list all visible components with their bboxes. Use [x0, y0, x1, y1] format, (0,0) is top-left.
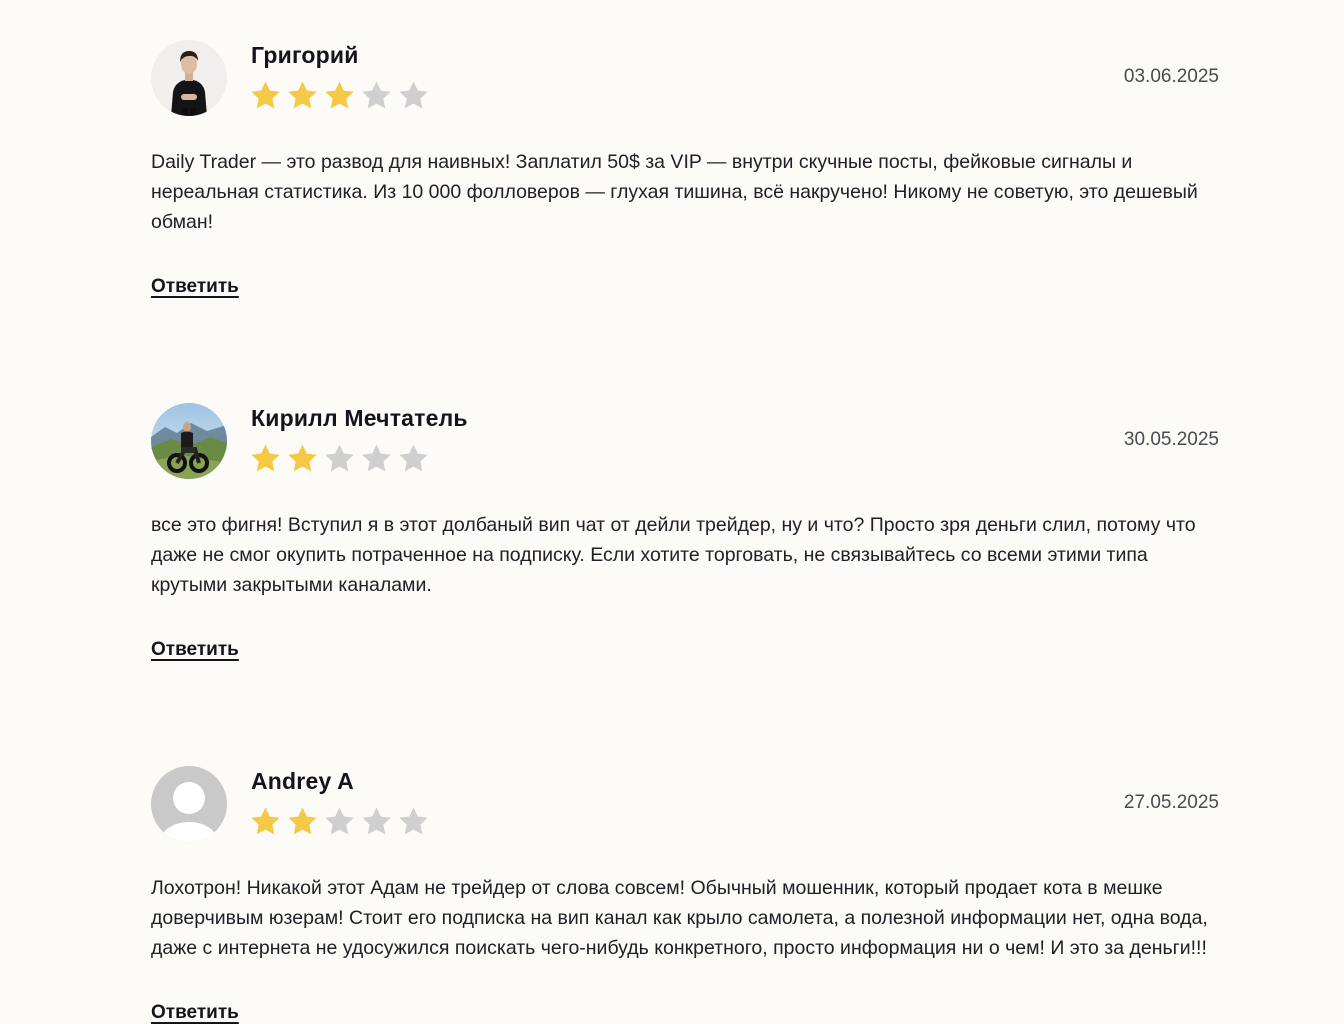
user-photo-icon [151, 40, 227, 116]
avatar [151, 766, 227, 842]
star-filled-icon [288, 444, 317, 472]
review-author: Кирилл Мечтатель [251, 405, 468, 431]
star-empty-icon [362, 807, 391, 835]
review-text: все это фигня! Вступил я в этот долбаный… [151, 514, 1196, 596]
reply-button[interactable]: Ответить [151, 276, 239, 298]
star-filled-icon [251, 444, 280, 472]
star-empty-icon [325, 444, 354, 472]
review-text: Daily Trader — это развод для наивных! З… [151, 151, 1198, 233]
reply-button[interactable]: Ответить [151, 639, 239, 661]
star-filled-icon [251, 81, 280, 109]
user-photo-icon [151, 403, 227, 479]
star-empty-icon [362, 81, 391, 109]
review-date: 27.05.2025 [1123, 792, 1219, 813]
star-filled-icon [251, 807, 280, 835]
avatar [151, 40, 227, 116]
review-date: 03.06.2025 [1123, 66, 1219, 87]
star-filled-icon [288, 81, 317, 109]
review-text: Лохотрон! Никакой этот Адам не трейдер о… [151, 877, 1208, 959]
star-rating [249, 442, 430, 475]
star-filled-icon [325, 81, 354, 109]
star-empty-icon [399, 81, 428, 109]
review-date: 30.05.2025 [1123, 429, 1219, 450]
reply-button[interactable]: Ответить [151, 1002, 239, 1024]
star-filled-icon [288, 807, 317, 835]
star-rating [249, 79, 430, 112]
star-empty-icon [399, 444, 428, 472]
avatar [151, 403, 227, 479]
review-author: Andrey A [251, 768, 354, 794]
star-rating [249, 805, 430, 838]
default-user-icon [151, 766, 227, 842]
star-empty-icon [399, 807, 428, 835]
star-empty-icon [362, 444, 391, 472]
star-empty-icon [325, 807, 354, 835]
review-author: Григорий [251, 42, 359, 68]
